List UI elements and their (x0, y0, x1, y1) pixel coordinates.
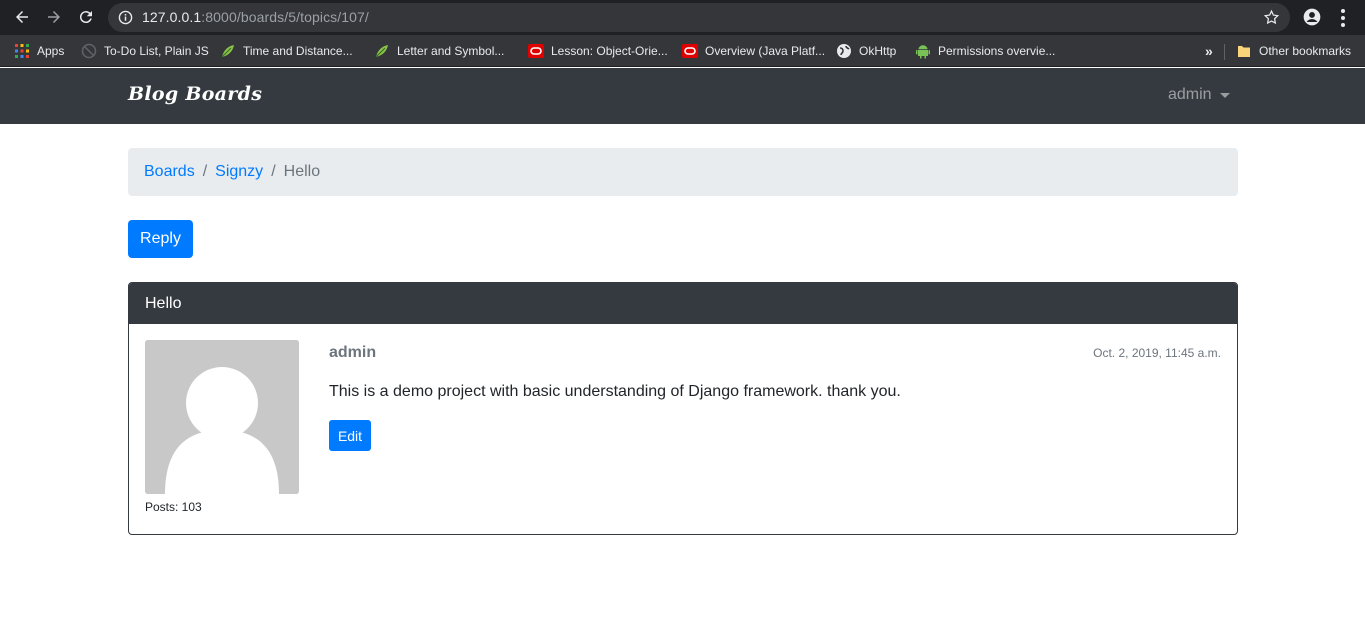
bookmark-letter-symbol[interactable]: Letter and Symbol... (374, 41, 504, 61)
arrow-right-icon (48, 11, 60, 23)
address-bar[interactable]: 127.0.0.1:8000/boards/5/topics/107/ (108, 3, 1290, 32)
bookmark-apps[interactable]: Apps (14, 41, 64, 61)
bookmark-time-distance[interactable]: Time and Distance... (220, 41, 353, 61)
bookmark-label: Letter and Symbol... (397, 44, 505, 58)
bookmark-label: To-Do List, Plain JS (104, 44, 209, 58)
post-author: admin (329, 344, 377, 361)
post-date: Oct. 2, 2019, 11:45 a.m. (1093, 346, 1221, 360)
back-button[interactable] (11, 6, 33, 28)
folder-icon (1238, 46, 1250, 57)
bookmark-label: Other bookmarks (1259, 44, 1352, 58)
leaf-icon (221, 45, 234, 58)
bookmark-okhttp[interactable]: OkHttp (836, 41, 896, 61)
globe-icon (837, 44, 851, 58)
breadcrumb-separator: / (202, 163, 208, 180)
other-bookmarks[interactable]: Other bookmarks (1236, 41, 1351, 61)
bookmark-label: Apps (37, 44, 65, 58)
bookmarks-bar: Apps To-Do List, Plain JS Time and Dista… (0, 35, 1365, 67)
breadcrumb-board[interactable]: Signzy (215, 163, 263, 181)
bookmark-todo[interactable]: To-Do List, Plain JS (81, 41, 209, 61)
chevron-double-icon: » (1205, 43, 1213, 59)
browser-toolbar: 127.0.0.1:8000/boards/5/topics/107/ (0, 0, 1365, 35)
profile-icon[interactable] (1302, 7, 1322, 27)
bookmark-star-icon[interactable] (1263, 9, 1280, 26)
user-dropdown[interactable]: admin (1168, 86, 1230, 104)
bookmark-lesson-oop[interactable]: Lesson: Object-Orie... (528, 41, 668, 61)
bookmark-label: Time and Distance... (243, 44, 353, 58)
forward-button[interactable] (43, 6, 65, 28)
url-text: 127.0.0.1:8000/boards/5/topics/107/ (142, 9, 369, 25)
oracle-icon (682, 44, 698, 58)
leaf-icon (375, 45, 388, 58)
reply-button[interactable]: Reply (128, 220, 193, 258)
bookmarks-divider (1224, 44, 1225, 60)
post-title: Hello (129, 283, 1237, 324)
bookmark-permissions[interactable]: Permissions overvie... (915, 41, 1055, 61)
posts-count: Posts: 103 (145, 500, 202, 514)
apps-grid-icon (15, 44, 29, 58)
android-icon (916, 45, 930, 59)
avatar (145, 340, 299, 494)
more-vert-icon[interactable] (1336, 8, 1350, 28)
reload-button[interactable] (75, 6, 97, 28)
post-card: Hello Posts: 103 admin Oct. 2, 2019, 11:… (128, 282, 1238, 535)
bookmark-label: Overview (Java Platf... (705, 44, 826, 58)
bookmark-label: OkHttp (859, 44, 897, 58)
bookmark-label: Permissions overvie... (938, 44, 1056, 58)
caret-down-icon (1219, 92, 1230, 98)
post-body: Posts: 103 admin Oct. 2, 2019, 11:45 a.m… (129, 324, 1237, 534)
post-message: This is a demo project with basic unders… (329, 383, 901, 400)
reload-icon (79, 11, 92, 24)
user-avatar-icon (145, 340, 299, 494)
breadcrumb-current: Hello (283, 163, 321, 180)
bookmark-java-overview[interactable]: Overview (Java Platf... (682, 41, 825, 61)
arrow-left-icon (16, 11, 28, 23)
site-navbar: Blog Boards admin (0, 68, 1365, 124)
bookmarks-overflow-button[interactable]: » (1205, 41, 1213, 61)
blocked-icon (81, 43, 97, 59)
edit-button[interactable]: Edit (329, 420, 371, 451)
user-name: admin (1168, 86, 1212, 103)
breadcrumb: Boards / Signzy / Hello (128, 148, 1238, 196)
info-icon (118, 10, 133, 25)
breadcrumb-boards[interactable]: Boards (144, 163, 195, 181)
oracle-icon (528, 44, 544, 58)
bookmark-label: Lesson: Object-Orie... (551, 44, 668, 58)
brand-logo[interactable]: Blog Boards (128, 83, 262, 105)
breadcrumb-separator: / (271, 163, 276, 180)
